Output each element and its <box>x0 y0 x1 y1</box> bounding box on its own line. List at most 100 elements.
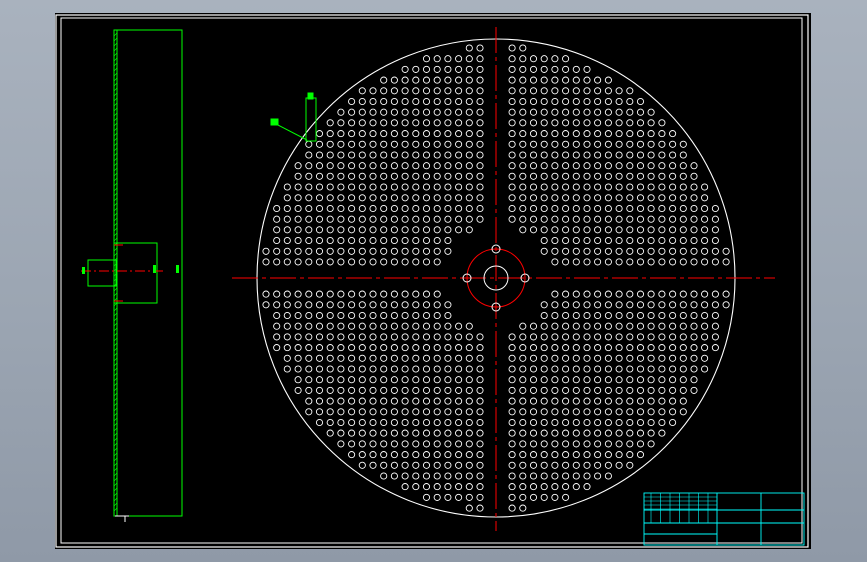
perforation-hole <box>519 55 527 63</box>
perforation-hole <box>551 333 559 341</box>
perforation-hole <box>690 194 698 202</box>
perforation-hole <box>562 258 570 266</box>
perforation-hole <box>604 130 612 138</box>
perforation-hole <box>358 226 366 234</box>
perforation-hole <box>529 429 538 437</box>
perforation-hole <box>701 354 709 362</box>
perforation-hole <box>433 194 441 202</box>
perforation-hole <box>476 204 484 213</box>
perforation-hole <box>348 376 356 384</box>
perforation-hole <box>294 386 302 394</box>
perforation-hole <box>519 226 527 234</box>
perforation-hole <box>658 162 666 170</box>
perforation-hole <box>540 76 548 84</box>
perforation-hole <box>358 258 366 266</box>
perforation-hole <box>519 429 527 437</box>
perforation-hole <box>615 376 623 384</box>
perforation-hole <box>433 119 441 127</box>
perforation-hole <box>401 108 409 116</box>
perforation-hole <box>455 87 463 95</box>
perforation-hole <box>326 226 334 234</box>
perforation-hole <box>358 386 366 394</box>
perforation-hole <box>305 354 313 362</box>
perforation-hole <box>315 301 324 309</box>
perforation-hole <box>626 226 634 234</box>
perforation-hole <box>326 183 334 191</box>
perforation-hole <box>412 429 420 437</box>
perforation-hole <box>369 386 377 394</box>
perforation-hole <box>455 408 463 416</box>
perforation-hole <box>594 354 602 362</box>
perforation-hole <box>337 397 345 405</box>
perforation-hole <box>583 258 591 266</box>
perforation-hole <box>412 397 420 405</box>
perforation-hole <box>540 130 548 138</box>
perforation-hole <box>422 236 431 245</box>
perforation-hole <box>669 311 677 320</box>
perforation-hole <box>358 461 366 469</box>
perforation-hole <box>540 194 548 202</box>
perforation-hole <box>433 290 441 298</box>
perforation-hole <box>283 194 291 202</box>
perforation-hole <box>422 226 431 234</box>
perforation-hole <box>615 151 623 159</box>
perforation-hole <box>337 119 345 127</box>
perforation-hole <box>315 386 324 394</box>
perforation-hole <box>390 247 398 255</box>
perforation-hole <box>636 322 645 330</box>
perforation-hole <box>390 376 398 384</box>
perforation-hole <box>615 226 623 234</box>
perforation-hole <box>658 258 666 266</box>
perforation-hole <box>508 365 516 373</box>
perforation-hole <box>604 290 612 298</box>
perforation-hole <box>626 183 634 191</box>
perforation-hole <box>508 451 516 459</box>
perforation-hole <box>615 162 623 170</box>
perforation-hole <box>348 236 356 245</box>
perforation-hole <box>455 333 463 341</box>
perforation-hole <box>519 408 527 416</box>
perforation-hole <box>519 376 527 384</box>
perforation-hole <box>455 461 463 469</box>
perforation-hole <box>701 311 709 320</box>
perforation-hole <box>401 76 409 84</box>
perforation-hole <box>658 386 666 394</box>
perforation-hole <box>540 440 548 448</box>
cad-viewport[interactable] <box>55 13 811 549</box>
perforation-hole <box>455 483 463 491</box>
perforation-hole <box>348 429 356 437</box>
perforation-hole <box>390 76 398 84</box>
perforation-hole <box>412 130 420 138</box>
perforation-hole <box>594 215 602 223</box>
perforation-hole <box>380 376 388 384</box>
perforation-hole <box>583 151 591 159</box>
perforation-hole <box>679 215 687 223</box>
perforation-hole <box>444 493 452 501</box>
perforation-hole <box>422 397 431 405</box>
perforation-hole <box>444 483 452 491</box>
perforation-hole <box>615 397 623 405</box>
perforation-hole <box>551 354 559 362</box>
perforation-hole <box>562 87 570 95</box>
side-view-dim-hub <box>153 265 156 273</box>
perforation-hole <box>422 301 431 309</box>
perforation-hole <box>519 162 527 170</box>
perforation-hole <box>337 311 345 320</box>
perforation-hole <box>444 472 452 480</box>
perforation-hole <box>604 140 612 148</box>
perforation-hole <box>390 440 398 448</box>
perforation-hole <box>658 376 666 384</box>
perforation-hole <box>422 65 431 73</box>
perforation-hole <box>551 151 559 159</box>
perforation-hole <box>433 461 441 469</box>
perforation-hole <box>583 461 591 469</box>
perforation-hole <box>273 344 281 352</box>
perforation-hole <box>369 247 377 255</box>
perforation-hole <box>444 215 452 223</box>
perforation-hole <box>679 376 687 384</box>
perforation-hole <box>412 344 420 352</box>
perforation-hole <box>476 451 484 459</box>
perforation-hole <box>273 290 281 298</box>
perforation-hole <box>326 130 334 138</box>
perforation-hole <box>390 87 398 95</box>
